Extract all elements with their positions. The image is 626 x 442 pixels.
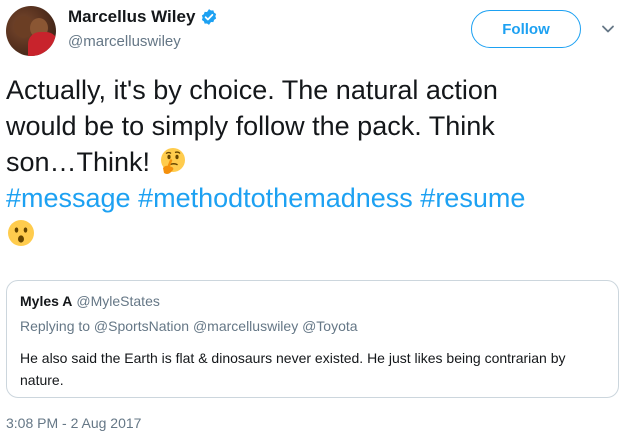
- hashtag-resume[interactable]: #resume: [420, 183, 525, 213]
- tweet-header: Marcellus Wiley @marcelluswiley Follow: [0, 0, 626, 64]
- quoted-handle: @MyleStates: [76, 293, 160, 309]
- tweet-line: [6, 216, 616, 252]
- quoted-replying-to: Replying to @SportsNation @marcelluswile…: [20, 318, 358, 334]
- quoted-author[interactable]: Myles A @MyleStates: [20, 293, 160, 309]
- timestamp[interactable]: 3:08 PM - 2 Aug 2017: [6, 415, 141, 431]
- chevron-down-icon[interactable]: [601, 22, 615, 36]
- hashtag-message[interactable]: #message: [6, 183, 131, 213]
- author-handle[interactable]: @marcelluswiley: [68, 33, 181, 50]
- follow-button[interactable]: Follow: [471, 10, 581, 48]
- display-name[interactable]: Marcellus Wiley: [68, 7, 195, 27]
- tweet-line: son…Think!: [6, 144, 616, 180]
- hashtag-methodtothemadness[interactable]: #methodtothemadness: [138, 183, 413, 213]
- name-row: Marcellus Wiley: [68, 7, 218, 27]
- tweet-line-text: son…Think!: [6, 147, 151, 177]
- avatar[interactable]: [6, 6, 56, 56]
- hashtag-line: #message #methodtothemadness #resume: [6, 180, 616, 216]
- avatar-shirt: [28, 32, 56, 56]
- tweet-text: Actually, it's by choice. The natural ac…: [6, 72, 616, 252]
- thinking-face-emoji-icon: [160, 147, 185, 174]
- quoted-display-name: Myles A: [20, 293, 73, 309]
- hushed-face-emoji-icon: [8, 219, 34, 246]
- quoted-tweet[interactable]: Myles A @MyleStates Replying to @SportsNa…: [6, 280, 619, 398]
- quoted-text: He also said the Earth is flat & dinosau…: [20, 350, 566, 388]
- tweet-line: would be to simply follow the pack. Thin…: [6, 111, 495, 141]
- tweet-line: Actually, it's by choice. The natural ac…: [6, 75, 498, 105]
- verified-badge-icon: [202, 9, 217, 25]
